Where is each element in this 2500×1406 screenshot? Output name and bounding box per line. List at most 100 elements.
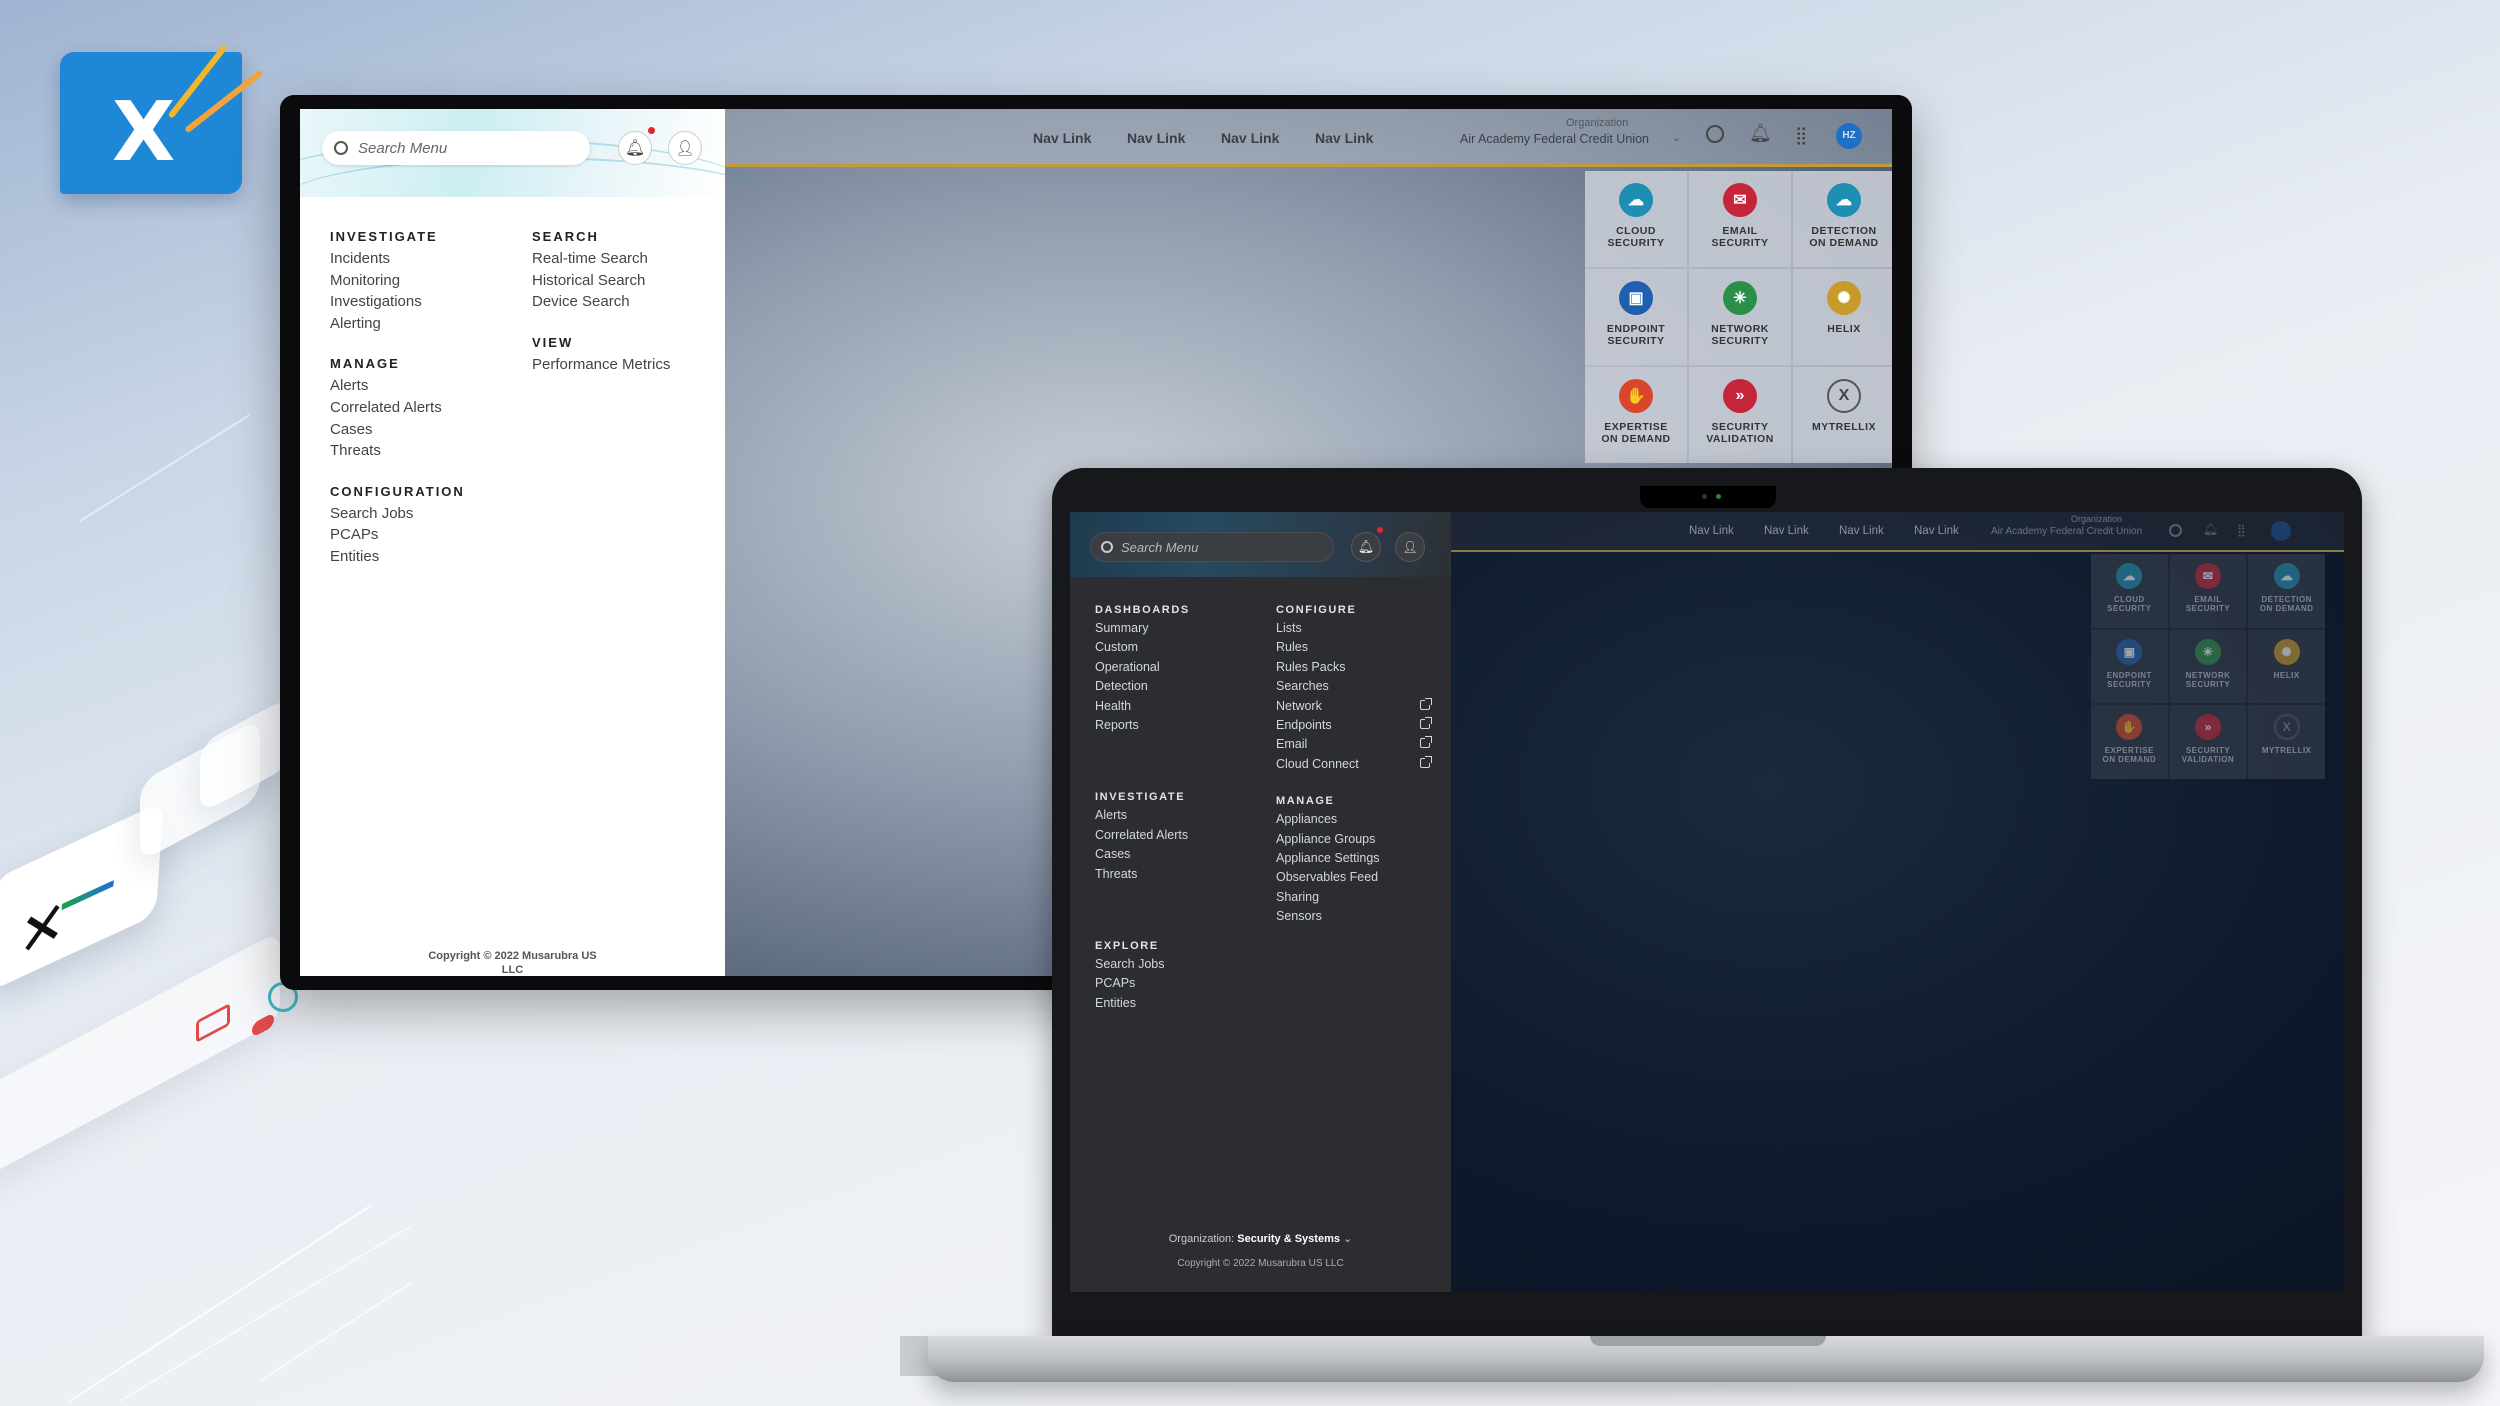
bell-icon[interactable]: 🔔︎ [1749, 123, 1772, 144]
product-label: SECURITY [2185, 679, 2231, 689]
menu-item[interactable]: Appliances [1276, 810, 1430, 829]
menu-item[interactable]: Observables Feed [1276, 868, 1430, 887]
product-tile[interactable]: ☁ DETECTION ON DEMAND [2248, 554, 2325, 628]
menu-item[interactable]: Cloud Connect [1276, 755, 1432, 774]
avatar[interactable]: HZ [1836, 123, 1862, 149]
product-label: EMAIL [2194, 595, 2222, 605]
menu-item[interactable]: Health [1095, 697, 1265, 716]
menu-item[interactable]: Alerts [1095, 806, 1265, 825]
notifications-button[interactable]: 🔔︎ [1351, 532, 1381, 562]
product-tile[interactable]: ✋ EXPERTISE ON DEMAND [1585, 367, 1687, 463]
menu-item[interactable]: Sharing [1276, 888, 1430, 907]
menu-item[interactable]: Email [1276, 735, 1432, 754]
external-link-icon [1420, 755, 1432, 768]
nav-link[interactable]: Nav Link [1689, 525, 1734, 537]
menu-section-title: CONFIGURE [1276, 604, 1357, 616]
menu-item[interactable]: Historical Search [532, 270, 722, 292]
menu-item[interactable]: Correlated Alerts [330, 397, 530, 419]
menu-item[interactable]: Cases [330, 419, 530, 441]
menu-item-label: Operational [1095, 659, 1160, 674]
nav-link[interactable]: Nav Link [1315, 130, 1373, 146]
chevron-down-icon: ⌄ [1672, 132, 1682, 144]
search-icon[interactable] [1706, 125, 1724, 143]
menu-item[interactable]: Alerts [330, 375, 530, 397]
menu-item[interactable]: Entities [1095, 994, 1265, 1013]
product-tile[interactable]: ✳ NETWORK SECURITY [1689, 269, 1791, 365]
menu-item[interactable]: Performance Metrics [532, 354, 722, 376]
menu-section-title: VIEW [532, 334, 574, 350]
menu-item[interactable]: PCAPs [330, 524, 530, 546]
apps-grid-icon[interactable]: ⣿ [1795, 126, 1808, 146]
menu-item[interactable]: Appliance Groups [1276, 830, 1430, 849]
apps-grid-icon[interactable]: ⣿ [2237, 523, 2246, 537]
profile-button[interactable]: 👤︎ [1395, 532, 1425, 562]
nav-link[interactable]: Nav Link [1221, 130, 1279, 146]
menu-item[interactable]: Correlated Alerts [1095, 826, 1265, 845]
product-tile[interactable]: ✺ HELIX [2248, 629, 2325, 704]
product-tile[interactable]: ☁ DETECTION ON DEMAND [1793, 171, 1892, 267]
menu-item[interactable]: Investigations [330, 291, 530, 313]
nav-link[interactable]: Nav Link [1914, 525, 1959, 537]
menu-item[interactable]: Endpoints [1276, 716, 1432, 735]
menu-item[interactable]: Operational [1095, 658, 1265, 677]
decor-line [259, 1282, 412, 1382]
menu-item[interactable]: Real-time Search [532, 248, 722, 270]
menu-item[interactable]: Sensors [1276, 907, 1430, 926]
menu-item-label: Historical Search [532, 271, 646, 289]
profile-button[interactable]: 👤︎ [668, 131, 702, 165]
nav-link[interactable]: Nav Link [1764, 525, 1809, 537]
menu-item[interactable]: Rules [1276, 638, 1430, 657]
avatar[interactable] [2271, 521, 2291, 541]
product-tile[interactable]: ▣ ENDPOINT SECURITY [2091, 629, 2168, 704]
menu-item[interactable]: Custom [1095, 638, 1265, 657]
menu-item[interactable]: Threats [330, 440, 530, 462]
org-selector[interactable]: Air Academy Federal Credit Union [1460, 132, 1670, 146]
menu-item-label: Searches [1276, 679, 1329, 694]
org-selector[interactable]: Air Academy Federal Credit Union [1991, 526, 2142, 537]
menu-item[interactable]: Search Jobs [1095, 955, 1265, 974]
product-label: HELIX [2273, 670, 2300, 680]
menu-item[interactable]: Search Jobs [330, 503, 530, 525]
product-tile[interactable]: » SECURITY VALIDATION [1689, 367, 1791, 463]
product-tile[interactable]: ✳ NETWORK SECURITY [2169, 629, 2247, 704]
menu-item[interactable]: Monitoring [330, 270, 530, 292]
nav-link[interactable]: Nav Link [1127, 130, 1185, 146]
product-tile[interactable]: ✋ EXPERTISE ON DEMAND [2091, 705, 2168, 779]
menu-item[interactable]: Incidents [330, 248, 530, 270]
nav-link[interactable]: Nav Link [1839, 525, 1884, 537]
menu-item[interactable]: Cases [1095, 845, 1265, 864]
menu-item[interactable]: Appliance Settings [1276, 849, 1430, 868]
product-tile[interactable]: ☁ CLOUD SECURITY [2091, 554, 2168, 628]
product-tile[interactable]: ☁ CLOUD SECURITY [1585, 171, 1687, 267]
menu-item[interactable]: Threats [1095, 865, 1265, 884]
menu-item[interactable]: Searches [1276, 677, 1430, 696]
menu-item[interactable]: PCAPs [1095, 974, 1265, 993]
menu-item-label: Health [1095, 698, 1132, 713]
menu-item[interactable]: Detection [1095, 677, 1265, 696]
menu-section-title: INVESTIGATE [330, 229, 438, 244]
top-navbar: Nav Link Nav Link Nav Link Nav Link Orga… [1451, 512, 2344, 552]
menu-item-label: Search Jobs [330, 504, 414, 522]
menu-item[interactable]: Entities [330, 546, 530, 568]
product-tile[interactable]: ✉ EMAIL SECURITY [2169, 554, 2247, 628]
product-tile[interactable]: ▣ ENDPOINT SECURITY [1585, 269, 1687, 365]
product-tile[interactable]: X MYTRELLIX [1793, 367, 1892, 463]
search-menu-input[interactable]: Search Menu [322, 131, 590, 165]
menu-item[interactable]: Lists [1276, 619, 1430, 638]
menu-item[interactable]: Rules Packs [1276, 658, 1430, 677]
menu-item[interactable]: Summary [1095, 619, 1265, 638]
product-tile[interactable]: X MYTRELLIX [2248, 705, 2325, 779]
product-tile[interactable]: » SECURITY VALIDATION [2169, 705, 2247, 779]
menu-item[interactable]: Network [1276, 697, 1432, 716]
organization-selector[interactable]: Organization: Security & Systems ⌄ [1070, 1232, 1451, 1245]
notifications-button[interactable]: 🔔︎ [618, 131, 652, 165]
menu-item[interactable]: Device Search [532, 291, 722, 313]
nav-link[interactable]: Nav Link [1033, 130, 1091, 146]
search-menu-input[interactable]: Search Menu [1090, 532, 1334, 562]
bell-icon[interactable]: 🔔︎ [2203, 522, 2218, 536]
product-tile[interactable]: ✺ HELIX [1793, 269, 1892, 365]
menu-item[interactable]: Alerting [330, 313, 530, 335]
menu-item[interactable]: Reports [1095, 716, 1265, 735]
product-tile[interactable]: ✉ EMAIL SECURITY [1689, 171, 1791, 267]
search-icon[interactable] [2169, 524, 2182, 537]
